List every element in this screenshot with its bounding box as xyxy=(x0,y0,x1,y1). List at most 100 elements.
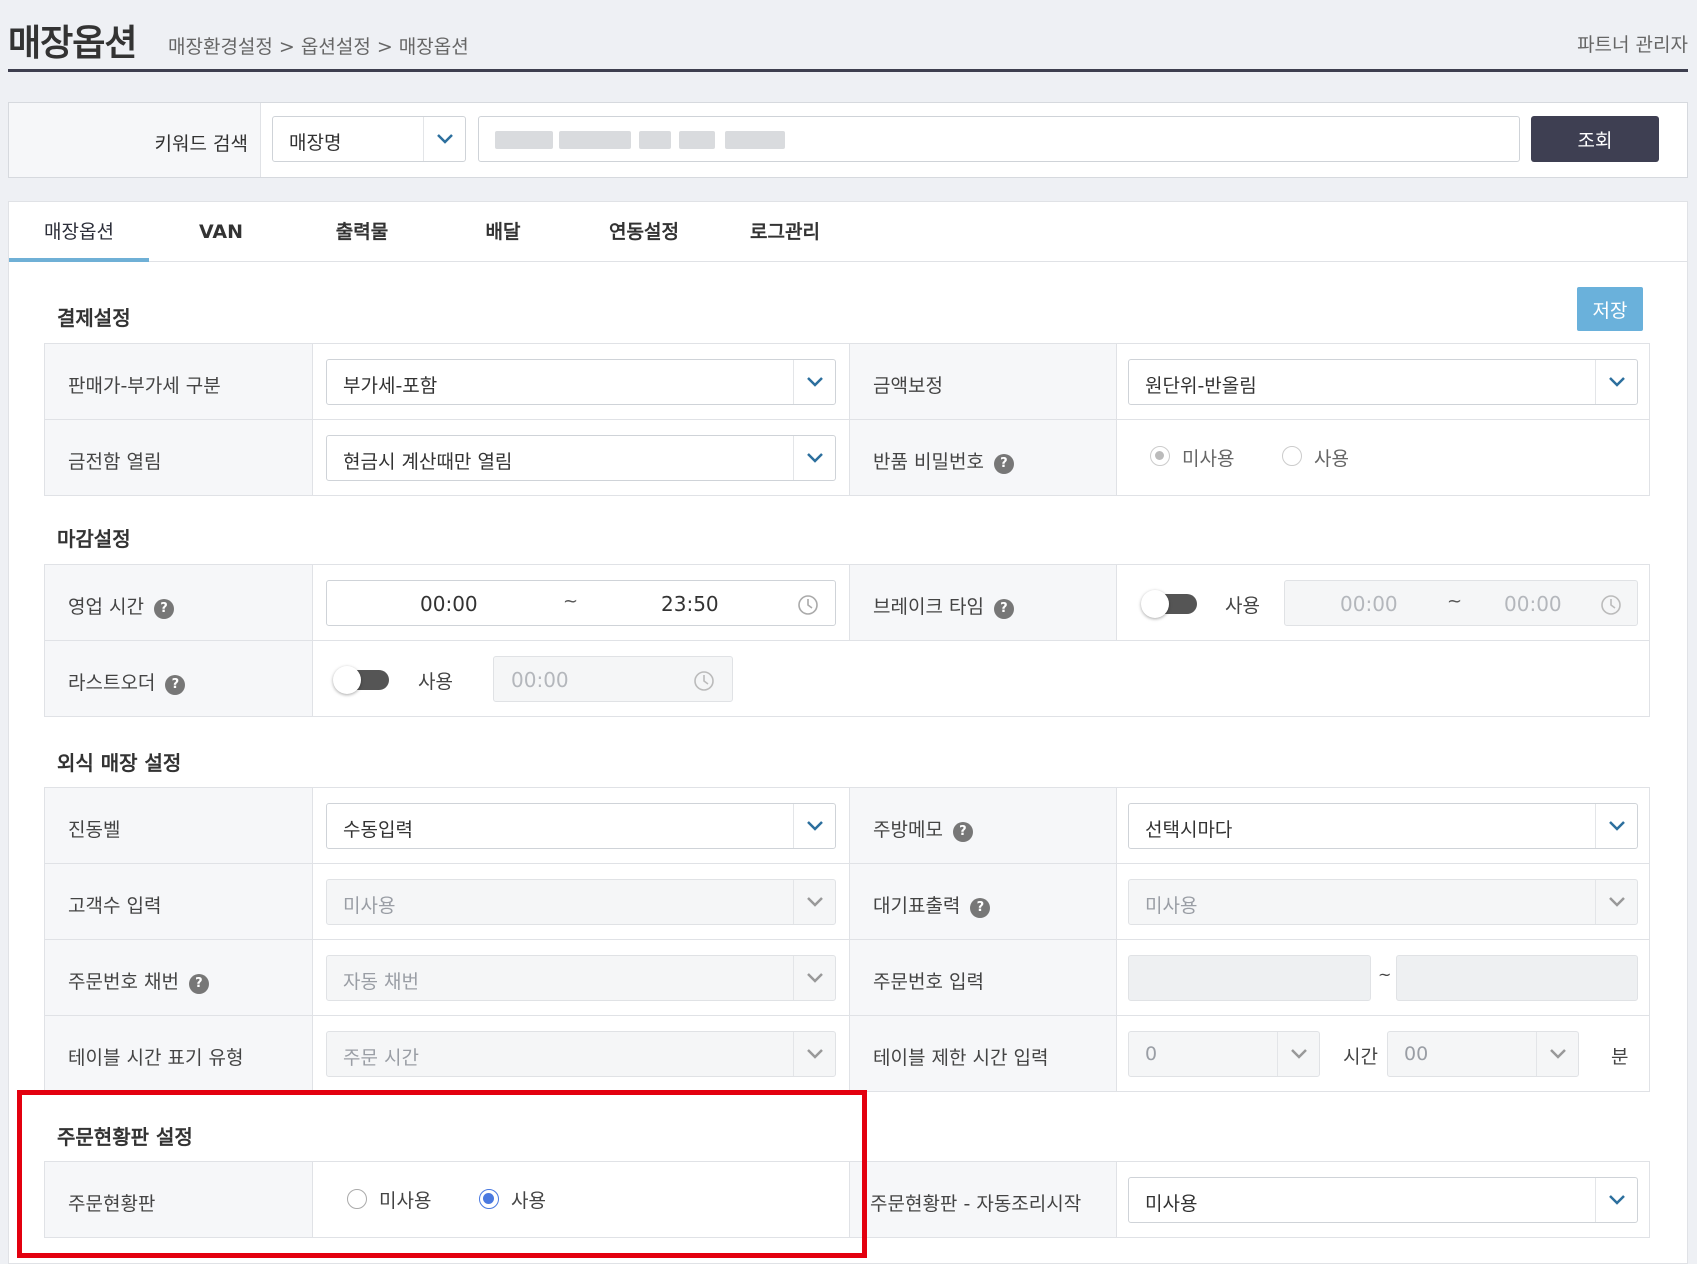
table-row: 고객수 입력 미사용 대기표출력? 미사용 xyxy=(45,864,1649,940)
help-icon[interactable]: ? xyxy=(153,599,174,619)
table-limit-hours-select[interactable]: 0 xyxy=(1128,1031,1320,1077)
chevron-down-icon xyxy=(423,117,465,161)
blurred-text xyxy=(725,131,785,149)
order-board-radio-unused[interactable] xyxy=(347,1189,367,1209)
tab-delivery[interactable]: 배달 xyxy=(433,202,573,262)
table-limit-label: 테이블 제한 시간 입력 xyxy=(873,1047,1049,1069)
search-field-select[interactable]: 매장명 xyxy=(272,116,466,162)
last-order-time-input[interactable]: 00:00 xyxy=(493,656,733,702)
table-row: 진동벨 수동입력 주방메모? 선택시마다 xyxy=(45,788,1649,864)
auto-cook-label: 주문현황판 - 자동조리시작 xyxy=(870,1193,1082,1215)
keyword-input[interactable] xyxy=(478,116,1520,162)
section-title-dine-in: 외식 매장 설정 xyxy=(57,751,182,775)
waiting-ticket-select[interactable]: 미사용 xyxy=(1128,879,1638,925)
chevron-down-icon xyxy=(1277,1032,1319,1076)
chevron-down-icon xyxy=(1595,1178,1637,1222)
chevron-down-icon xyxy=(1595,880,1637,924)
search-button[interactable]: 조회 xyxy=(1531,116,1659,162)
help-icon[interactable]: ? xyxy=(165,675,186,695)
minutes-unit: 분 xyxy=(1611,1046,1629,1068)
kitchen-memo-label: 주방메모 xyxy=(873,819,943,841)
page-title: 매장옵션 xyxy=(8,23,137,64)
clock-icon xyxy=(694,671,714,691)
table-limit-minutes-select[interactable]: 00 xyxy=(1387,1031,1579,1077)
price-vat-label: 판매가-부가세 구분 xyxy=(68,375,221,397)
tab-printouts[interactable]: 출력물 xyxy=(292,202,432,262)
table-time-type-label: 테이블 시간 표기 유형 xyxy=(68,1047,244,1069)
help-icon[interactable]: ? xyxy=(952,822,973,842)
order-board-label: 주문현황판 xyxy=(68,1193,156,1215)
clock-icon xyxy=(1601,595,1621,615)
chevron-down-icon xyxy=(793,804,835,848)
order-board-table: 주문현황판 미사용 사용 주문현황판 - 자동조리시작 미사용 xyxy=(44,1161,1650,1238)
waiting-ticket-label: 대기표출력 xyxy=(873,895,961,917)
clock-icon xyxy=(798,595,818,615)
page-header: 매장옵션 매장환경설정 > 옵션설정 > 매장옵션 파트너 관리자 xyxy=(8,0,1688,72)
amount-correction-label: 금액보정 xyxy=(873,375,943,397)
return-password-radio-unused[interactable] xyxy=(1150,446,1170,466)
tab-store-options[interactable]: 매장옵션 xyxy=(9,202,149,262)
business-hours-label: 영업 시간 xyxy=(68,596,144,618)
help-icon[interactable]: ? xyxy=(993,599,1014,619)
table-time-type-select[interactable]: 주문 시간 xyxy=(326,1031,836,1077)
last-order-use-label: 사용 xyxy=(418,671,453,693)
table-row: 주문현황판 미사용 사용 주문현황판 - 자동조리시작 미사용 xyxy=(45,1162,1649,1238)
pager-select[interactable]: 수동입력 xyxy=(326,803,836,849)
breadcrumb: 매장환경설정 > 옵션설정 > 매장옵션 xyxy=(168,36,469,58)
last-order-label: 라스트오더 xyxy=(68,672,156,694)
break-time-input[interactable]: 00:00 ~ 00:00 xyxy=(1284,580,1638,626)
auto-cook-select[interactable]: 미사용 xyxy=(1128,1177,1638,1223)
order-board-option-unused: 미사용 xyxy=(379,1190,432,1212)
hours-unit: 시간 xyxy=(1343,1046,1378,1068)
return-password-label: 반품 비밀번호 xyxy=(873,451,984,473)
help-icon[interactable]: ? xyxy=(188,974,209,994)
user-role[interactable]: 파트너 관리자 xyxy=(1577,30,1688,57)
break-time-label: 브레이크 타임 xyxy=(873,596,984,618)
table-row: 금전함 열림 현금시 계산때만 열림 반품 비밀번호? 미사용 사용 xyxy=(45,420,1649,496)
tab-logs[interactable]: 로그관리 xyxy=(715,202,855,262)
guest-count-label: 고객수 입력 xyxy=(68,895,162,917)
business-hours-input[interactable]: 00:00 ~ 23:50 xyxy=(326,580,836,626)
cash-drawer-label: 금전함 열림 xyxy=(68,451,162,473)
section-title-payment: 결제설정 xyxy=(57,306,131,330)
amount-correction-select[interactable]: 원단위-반올림 xyxy=(1128,359,1638,405)
chevron-down-icon xyxy=(1595,804,1637,848)
table-row: 영업 시간? 00:00 ~ 23:50 브레이크 타임? 사용 00:00 ~… xyxy=(45,565,1649,641)
table-row: 판매가-부가세 구분 부가세-포함 금액보정 원단위-반올림 xyxy=(45,344,1649,420)
search-field-select-value: 매장명 xyxy=(289,132,342,154)
order-number-select[interactable]: 자동 채번 xyxy=(326,955,836,1001)
blurred-text xyxy=(559,131,631,149)
order-board-option-used: 사용 xyxy=(511,1190,546,1212)
closing-table: 영업 시간? 00:00 ~ 23:50 브레이크 타임? 사용 00:00 ~… xyxy=(44,564,1650,717)
tab-integration[interactable]: 연동설정 xyxy=(574,202,714,262)
search-label-cell: 키워드 검색 xyxy=(9,103,261,177)
chevron-down-icon xyxy=(793,1032,835,1076)
cash-drawer-select[interactable]: 현금시 계산때만 열림 xyxy=(326,435,836,481)
order-board-radio-used[interactable] xyxy=(479,1189,499,1209)
guest-count-select[interactable]: 미사용 xyxy=(326,879,836,925)
last-order-toggle[interactable] xyxy=(333,666,389,694)
help-icon[interactable]: ? xyxy=(970,898,991,918)
table-row: 테이블 시간 표기 유형 주문 시간 테이블 제한 시간 입력 0 시간 00 … xyxy=(45,1016,1649,1092)
break-time-use-label: 사용 xyxy=(1225,595,1260,617)
blurred-text xyxy=(639,131,671,149)
dine-in-table: 진동벨 수동입력 주방메모? 선택시마다 고객수 입력 미사용 대기표출력? 미… xyxy=(44,787,1650,1092)
search-label: 키워드 검색 xyxy=(154,133,248,155)
chevron-down-icon xyxy=(793,436,835,480)
order-number-end-input[interactable] xyxy=(1396,955,1638,1001)
kitchen-memo-select[interactable]: 선택시마다 xyxy=(1128,803,1638,849)
break-time-toggle[interactable] xyxy=(1141,590,1197,618)
table-row: 라스트오더? 사용 00:00 xyxy=(45,641,1649,717)
save-button[interactable]: 저장 xyxy=(1577,287,1643,331)
chevron-down-icon xyxy=(793,360,835,404)
order-number-start-input[interactable] xyxy=(1128,955,1371,1001)
section-title-order-board: 주문현황판 설정 xyxy=(57,1125,193,1149)
help-icon[interactable]: ? xyxy=(993,454,1014,474)
return-password-radio-used[interactable] xyxy=(1282,446,1302,466)
tab-van[interactable]: VAN xyxy=(151,202,291,262)
business-end-time: 23:50 xyxy=(661,592,719,616)
payment-table: 판매가-부가세 구분 부가세-포함 금액보정 원단위-반올림 금전함 열림 현금… xyxy=(44,343,1650,496)
price-vat-select[interactable]: 부가세-포함 xyxy=(326,359,836,405)
business-start-time: 00:00 xyxy=(420,592,478,616)
pager-label: 진동벨 xyxy=(68,819,121,841)
